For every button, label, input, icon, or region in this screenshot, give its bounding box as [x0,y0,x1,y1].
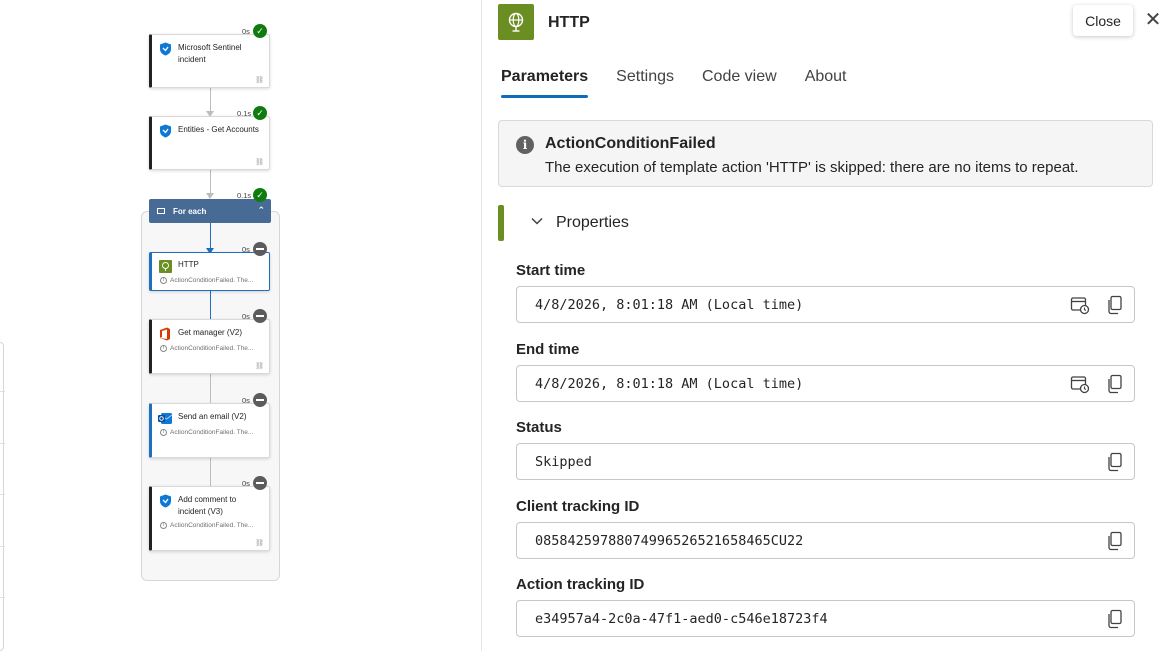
shield-icon [158,42,172,56]
shield-icon [158,124,172,138]
info-icon: i [160,345,167,352]
action-details-panel: HTTP Close ✕ Parameters Settings Code vi… [482,0,1161,651]
skipped-icon [253,393,267,407]
success-check-icon: ✓ [253,24,267,38]
tab-code-view[interactable]: Code view [702,68,777,98]
panel-tabs: Parameters Settings Code view About [501,68,875,98]
loop-icon [157,208,165,214]
node-status-message: i ActionConditionFailed. The... [152,341,269,352]
node-title: Send an email (V2) [178,412,247,421]
copy-icon[interactable] [1106,374,1124,394]
node-http[interactable]: HTTP i ActionConditionFailed. The... [149,252,270,291]
copy-icon[interactable] [1106,609,1124,629]
client-tracking-id-field[interactable]: 08584259788074996526521658465CU22 [516,522,1135,559]
chevron-up-icon[interactable]: ⌃ [257,205,265,216]
success-check-icon: ✓ [253,188,267,202]
connector-line [210,457,211,487]
foreach-title: For each [173,206,207,216]
status-field[interactable]: Skipped [516,443,1135,480]
node-title: Microsoft Sentinel incident [178,43,242,64]
error-banner: i ActionConditionFailed The execution of… [498,120,1153,187]
status-label: Status [516,419,562,436]
connector-line [210,290,211,320]
workflow-canvas[interactable]: Microsoft Sentinel incident ⛓ 0s ✓ Entit… [0,0,482,651]
node-microsoft-sentinel-incident[interactable]: Microsoft Sentinel incident ⛓ [149,34,270,88]
canvas-side-toolbar[interactable] [0,342,5,651]
skipped-icon [253,309,267,323]
info-icon: i [516,136,534,154]
link-icon: ⛓ [255,540,264,547]
info-icon: i [160,277,167,284]
node-duration: 0s [242,479,250,488]
office-icon [158,327,172,341]
end-time-label: End time [516,341,580,358]
link-icon: ⛓ [255,363,264,370]
outlook-mail-icon [158,411,172,425]
connector-line [210,169,211,195]
calendar-clock-icon[interactable] [1070,374,1090,394]
node-get-manager[interactable]: Get manager (V2) i ActionConditionFailed.… [149,319,270,374]
link-icon: ⛓ [255,159,264,166]
info-icon: i [160,522,167,529]
node-status-message: i ActionConditionFailed. The... [152,425,269,436]
action-tracking-id-field[interactable]: e34957a4-2c0a-47f1-aed0-c546e18723f4 [516,600,1135,637]
client-tracking-id-label: Client tracking ID [516,498,640,515]
start-time-label: Start time [516,262,586,279]
info-icon: i [160,429,167,436]
globe-icon [158,259,172,273]
node-duration: 0s [242,245,250,254]
success-check-icon: ✓ [253,106,267,120]
client-tracking-id-value: 08584259788074996526521658465CU22 [535,533,804,549]
start-time-field[interactable]: 4/8/2026, 8:01:18 AM (Local time) [516,286,1135,323]
action-tracking-id-label: Action tracking ID [516,576,645,593]
tab-parameters[interactable]: Parameters [501,68,589,98]
copy-icon[interactable] [1106,295,1124,315]
node-title: Get manager (V2) [178,328,243,337]
node-status-message: i ActionConditionFailed. The... [152,518,269,529]
node-title: HTTP [178,260,199,269]
tab-settings[interactable]: Settings [616,68,674,98]
node-duration: 0s [242,312,250,321]
link-icon: ⛓ [255,77,264,84]
status-value: Skipped [535,454,592,470]
node-status-message: i ActionConditionFailed. The... [152,273,269,284]
node-duration: 0s [242,396,250,405]
node-duration: 0.1s [237,109,252,118]
connector-line [210,223,211,250]
node-entities-get-accounts[interactable]: Entities - Get Accounts ⛓ [149,116,270,170]
banner-message: The execution of template action 'HTTP' … [545,159,1079,176]
node-duration: 0s [242,27,250,36]
properties-section-title[interactable]: Properties [556,214,629,232]
close-icon[interactable]: ✕ [1144,10,1161,30]
globe-icon [498,4,534,40]
connector-line [210,373,211,404]
foreach-header[interactable]: For each ⌃ [149,199,271,223]
node-add-comment-to-incident[interactable]: Add comment to incident (V3) i ActionCond… [149,486,270,551]
end-time-field[interactable]: 4/8/2026, 8:01:18 AM (Local time) [516,365,1135,402]
panel-title: HTTP [548,14,590,31]
connector-line [210,87,211,113]
start-time-value: 4/8/2026, 8:01:18 AM (Local time) [535,297,804,313]
skipped-icon [253,476,267,490]
node-send-an-email[interactable]: Send an email (V2) i ActionConditionFaile… [149,403,270,458]
end-time-value: 4/8/2026, 8:01:18 AM (Local time) [535,376,804,392]
section-accent [498,205,504,241]
action-tracking-id-value: e34957a4-2c0a-47f1-aed0-c546e18723f4 [535,611,828,627]
chevron-down-icon[interactable] [530,214,544,228]
skipped-icon [253,242,267,256]
shield-icon [158,494,172,508]
node-title: Entities - Get Accounts [178,125,259,134]
foreach-duration: 0.1s [237,191,252,200]
close-button[interactable]: Close [1073,5,1133,36]
copy-icon[interactable] [1106,531,1124,551]
node-title: Add comment to incident (V3) [178,495,237,516]
copy-icon[interactable] [1106,452,1124,472]
calendar-clock-icon[interactable] [1070,295,1090,315]
banner-title: ActionConditionFailed [545,135,716,152]
tab-about[interactable]: About [805,68,847,98]
